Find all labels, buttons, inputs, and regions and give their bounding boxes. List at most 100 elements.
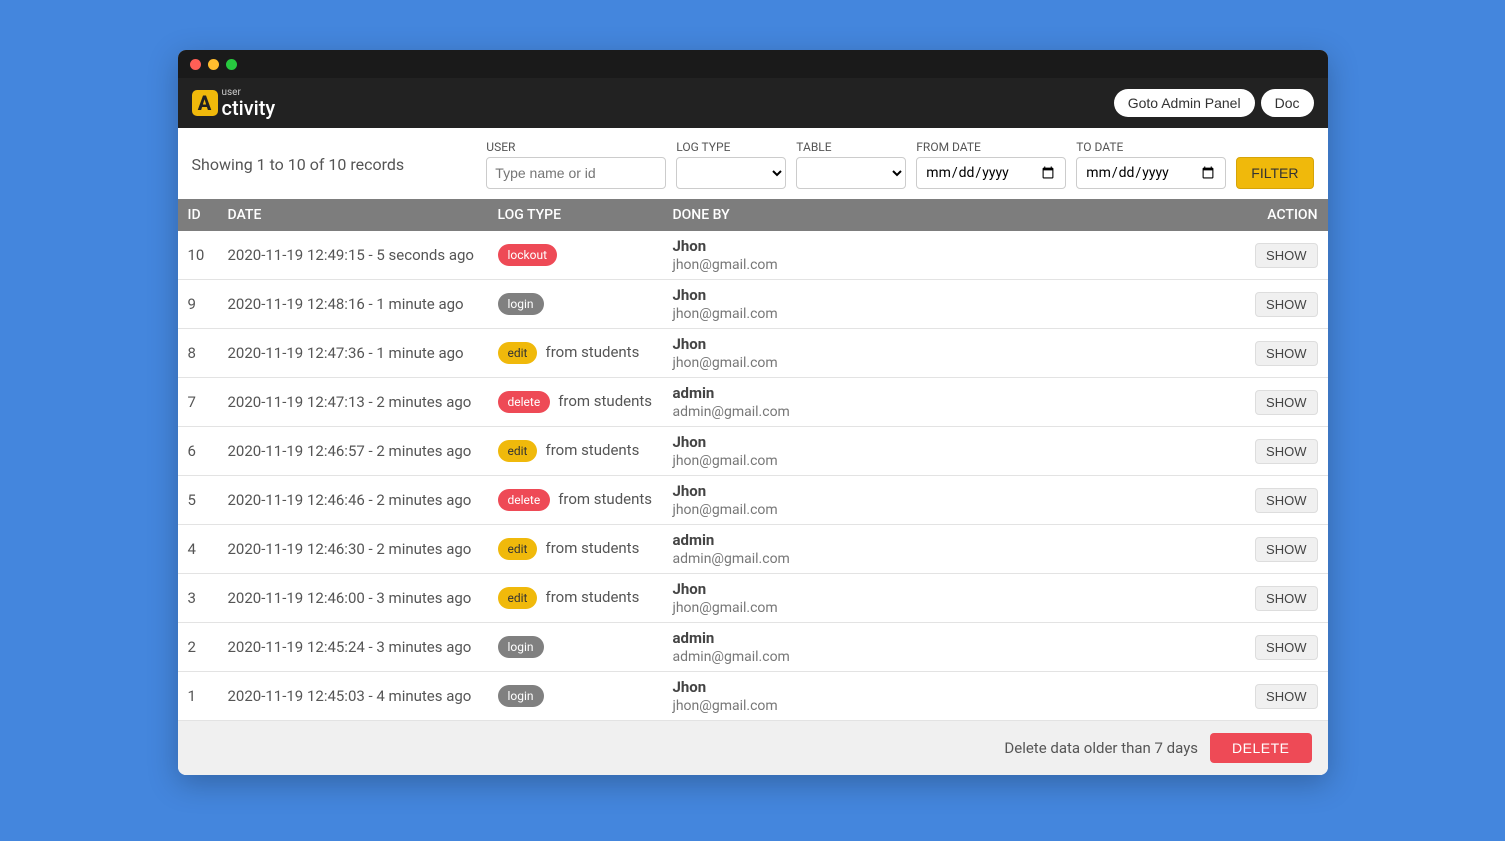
- doneby-name: admin: [673, 531, 1236, 549]
- doneby-email: admin@gmail.com: [673, 551, 790, 567]
- cell-logtype: editfrom students: [488, 329, 663, 378]
- cell-date: 2020-11-19 12:46:00 - 3 minutes ago: [218, 574, 488, 623]
- cell-doneby: adminadmin@gmail.com: [663, 378, 1246, 427]
- cell-doneby: Jhon jhon@gmail.com: [663, 427, 1246, 476]
- show-button[interactable]: SHOW: [1255, 684, 1317, 709]
- filter-button[interactable]: FILTER: [1236, 157, 1313, 189]
- table-row: 62020-11-19 12:46:57 - 2 minutes agoedit…: [178, 427, 1328, 476]
- activity-table: ID DATE LOG TYPE DONE BY ACTION 102020-1…: [178, 199, 1328, 721]
- cell-date: 2020-11-19 12:48:16 - 1 minute ago: [218, 280, 488, 329]
- cell-date: 2020-11-19 12:47:13 - 2 minutes ago: [218, 378, 488, 427]
- table-row: 82020-11-19 12:47:36 - 1 minute agoeditf…: [178, 329, 1328, 378]
- show-button[interactable]: SHOW: [1255, 586, 1317, 611]
- cell-logtype: lockout: [488, 231, 663, 280]
- cell-date: 2020-11-19 12:46:46 - 2 minutes ago: [218, 476, 488, 525]
- cell-action: SHOW: [1245, 525, 1327, 574]
- doneby-email: jhon@gmail.com: [673, 453, 778, 469]
- filter-table-label: TABLE: [796, 140, 906, 154]
- delete-old-data-button[interactable]: DELETE: [1210, 733, 1311, 763]
- show-button[interactable]: SHOW: [1255, 439, 1317, 464]
- show-button[interactable]: SHOW: [1255, 341, 1317, 366]
- cell-date: 2020-11-19 12:47:36 - 1 minute ago: [218, 329, 488, 378]
- doc-button[interactable]: Doc: [1261, 89, 1314, 117]
- close-window-icon[interactable]: [190, 59, 201, 70]
- logo-badge: A: [192, 90, 218, 116]
- logo-text-big: ctivity: [222, 98, 276, 118]
- cell-action: SHOW: [1245, 378, 1327, 427]
- footer-text: Delete data older than 7 days: [1004, 739, 1198, 757]
- filter-row: Showing 1 to 10 of 10 records USER LOG T…: [178, 128, 1328, 199]
- to-date-input[interactable]: [1076, 157, 1226, 189]
- cell-logtype: login: [488, 280, 663, 329]
- from-date-input[interactable]: [916, 157, 1066, 189]
- logtype-badge: delete: [498, 391, 551, 413]
- cell-doneby: Jhonjhon@gmail.com: [663, 329, 1246, 378]
- logtype-badge: edit: [498, 538, 538, 560]
- doneby-email: jhon@gmail.com: [673, 355, 778, 371]
- table-header-row: ID DATE LOG TYPE DONE BY ACTION: [178, 199, 1328, 231]
- cell-logtype: editfrom students: [488, 574, 663, 623]
- logtype-from-text: from students: [545, 441, 639, 459]
- cell-doneby: Jhonjhon@gmail.com: [663, 574, 1246, 623]
- goto-admin-panel-button[interactable]: Goto Admin Panel: [1114, 89, 1255, 117]
- logtype-badge: login: [498, 293, 544, 315]
- cell-doneby: Jhonjhon@gmail.com: [663, 476, 1246, 525]
- col-date: DATE: [218, 199, 488, 231]
- cell-doneby: Jhonjhon@gmail.com: [663, 231, 1246, 280]
- app-logo: A user ctivity: [192, 88, 276, 118]
- filter-todate-group: TO DATE: [1076, 140, 1226, 189]
- filter-table-group: TABLE: [796, 140, 906, 189]
- show-button[interactable]: SHOW: [1255, 537, 1317, 562]
- cell-date: 2020-11-19 12:46:30 - 2 minutes ago: [218, 525, 488, 574]
- filter-fromdate-label: FROM DATE: [916, 140, 1066, 154]
- logtype-from-text: from students: [545, 588, 639, 606]
- filter-logtype-label: LOG TYPE: [676, 140, 786, 154]
- doneby-name: Jhon: [673, 580, 1236, 598]
- cell-id: 10: [178, 231, 218, 280]
- cell-doneby: Jhonjhon@gmail.com: [663, 672, 1246, 721]
- cell-logtype: delete from students: [488, 378, 663, 427]
- logtype-from-text: from students: [558, 490, 652, 508]
- show-button[interactable]: SHOW: [1255, 635, 1317, 660]
- col-logtype: LOG TYPE: [488, 199, 663, 231]
- cell-id: 2: [178, 623, 218, 672]
- cell-id: 5: [178, 476, 218, 525]
- doneby-name: Jhon: [673, 286, 1236, 304]
- filter-user-group: USER: [486, 140, 666, 189]
- table-row: 22020-11-19 12:45:24 - 3 minutes ago logi…: [178, 623, 1328, 672]
- doneby-email: jhon@gmail.com: [673, 306, 778, 322]
- logtype-from-text: from students: [558, 392, 652, 410]
- cell-id: 7: [178, 378, 218, 427]
- doneby-name: admin: [673, 629, 1236, 647]
- filter-fromdate-group: FROM DATE: [916, 140, 1066, 189]
- col-id: ID: [178, 199, 218, 231]
- cell-action: SHOW: [1245, 427, 1327, 476]
- col-action: ACTION: [1245, 199, 1327, 231]
- cell-doneby: adminadmin@gmail.com: [663, 623, 1246, 672]
- minimize-window-icon[interactable]: [208, 59, 219, 70]
- show-button[interactable]: SHOW: [1255, 243, 1317, 268]
- maximize-window-icon[interactable]: [226, 59, 237, 70]
- show-button[interactable]: SHOW: [1255, 488, 1317, 513]
- doneby-name: Jhon: [673, 433, 1236, 451]
- table-row: 12020-11-19 12:45:03 - 4 minutes agologi…: [178, 672, 1328, 721]
- table-row: 42020-11-19 12:46:30 - 2 minutes agoedit…: [178, 525, 1328, 574]
- logtype-from-text: from students: [545, 539, 639, 557]
- cell-logtype: login: [488, 672, 663, 721]
- filter-todate-label: TO DATE: [1076, 140, 1226, 154]
- logtype-badge: login: [498, 636, 544, 658]
- show-button[interactable]: SHOW: [1255, 390, 1317, 415]
- logtype-badge: edit: [498, 440, 538, 462]
- table-select[interactable]: [796, 157, 906, 189]
- records-summary: Showing 1 to 10 of 10 records: [192, 155, 477, 174]
- cell-logtype: edit from students: [488, 525, 663, 574]
- cell-date: 2020-11-19 12:45:24 - 3 minutes ago: [218, 623, 488, 672]
- cell-action: SHOW: [1245, 672, 1327, 721]
- show-button[interactable]: SHOW: [1255, 292, 1317, 317]
- cell-doneby: admin admin@gmail.com: [663, 525, 1246, 574]
- doneby-name: Jhon: [673, 678, 1236, 696]
- user-input[interactable]: [486, 157, 666, 189]
- logtype-select[interactable]: [676, 157, 786, 189]
- doneby-email: admin@gmail.com: [673, 404, 790, 420]
- filter-user-label: USER: [486, 140, 666, 154]
